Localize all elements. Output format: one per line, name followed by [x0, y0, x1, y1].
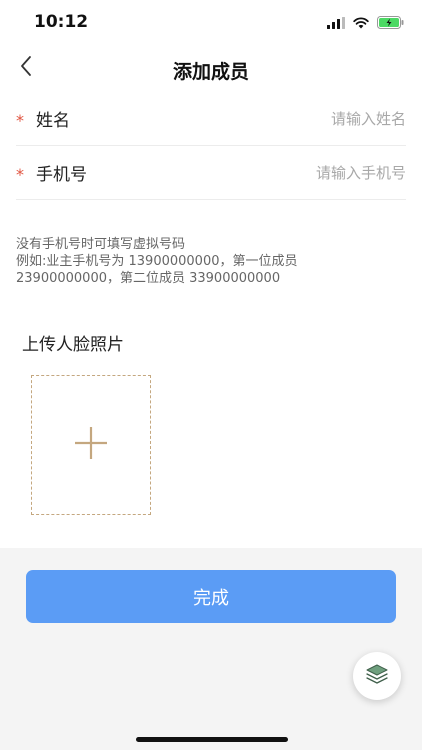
nav-bar: 添加成员 — [0, 44, 422, 92]
done-button[interactable]: 完成 — [26, 570, 396, 623]
signal-icon — [327, 14, 345, 33]
phone-input[interactable] — [226, 160, 406, 186]
name-field-row: * 姓名 — [16, 92, 406, 146]
phone-field-row: * 手机号 — [16, 146, 406, 200]
wifi-icon — [353, 14, 369, 33]
hint-line: 没有手机号时可填写虚拟号码 — [16, 237, 186, 252]
battery-icon — [377, 14, 404, 33]
form-card: * 姓名 * 手机号 没有手机号时可填写虚拟号码 例如:业主手机号为 13900… — [0, 92, 422, 548]
home-indicator — [136, 737, 288, 742]
status-icons — [327, 14, 404, 33]
layers-icon — [366, 664, 388, 688]
required-mark: * — [16, 111, 24, 130]
name-label: 姓名 — [36, 111, 70, 131]
upload-photo-button[interactable] — [31, 375, 151, 515]
floating-layers-button[interactable] — [353, 652, 401, 700]
virtual-number-hint: 没有手机号时可填写虚拟号码 例如:业主手机号为 13900000000，第一位成… — [16, 236, 416, 287]
upload-title: 上传人脸照片 — [22, 335, 124, 355]
hint-line: 例如:业主手机号为 13900000000，第一位成员 — [16, 254, 298, 269]
status-bar: 10:12 — [0, 0, 422, 44]
phone-label: 手机号 — [36, 165, 87, 185]
name-input[interactable] — [226, 106, 406, 132]
hint-line: 23900000000，第二位成员 33900000000 — [16, 271, 281, 286]
page-title: 添加成员 — [172, 61, 249, 83]
plus-icon — [73, 425, 109, 465]
required-mark: * — [16, 165, 24, 184]
status-time: 10:12 — [34, 12, 89, 32]
